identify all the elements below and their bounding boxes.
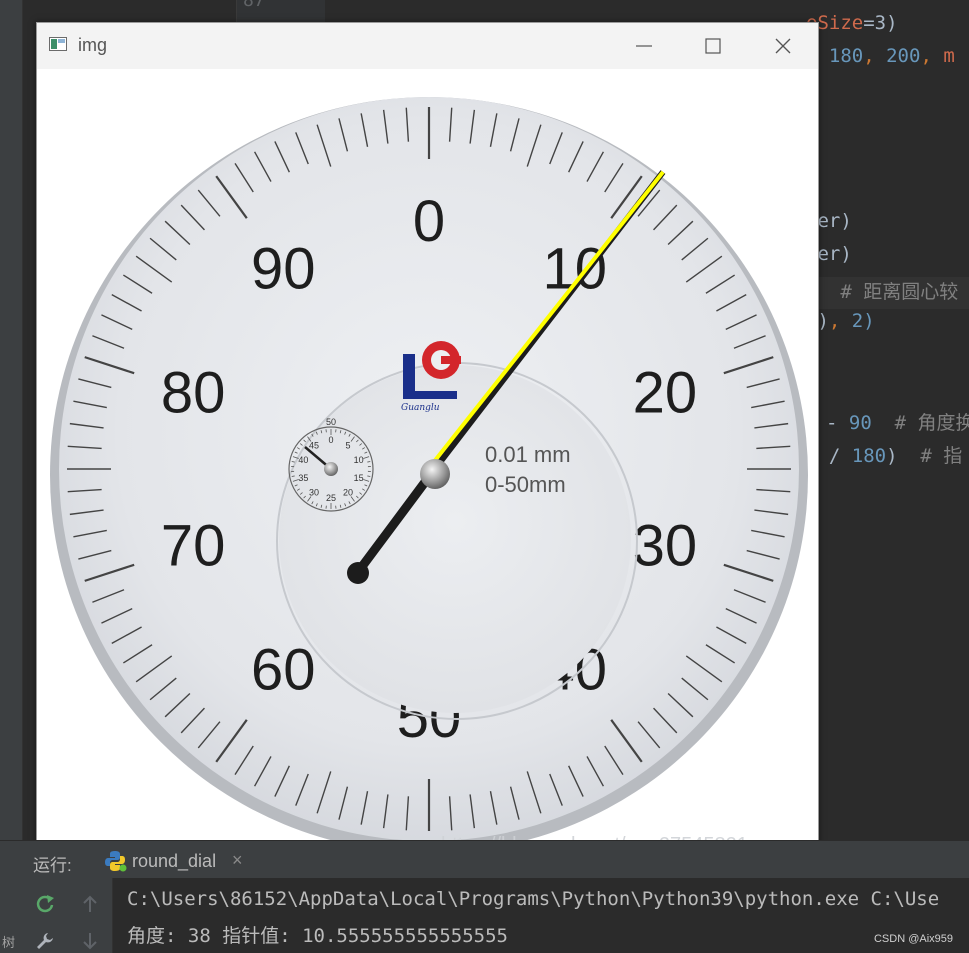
maximize-icon[interactable] bbox=[696, 31, 730, 61]
image-window[interactable]: img 0 10 20 30 40 50 60 70 80 90 Guanglu… bbox=[36, 22, 819, 856]
run-panel-header: 运行: round_dial × bbox=[0, 840, 969, 879]
sub-scale-number: 40 bbox=[298, 455, 308, 465]
spec-resolution: 0.01 mm bbox=[485, 442, 571, 467]
minimize-icon[interactable] bbox=[627, 31, 661, 61]
scroll-tool-column bbox=[68, 878, 113, 953]
spec-range: 0-50mm bbox=[485, 472, 566, 497]
sub-scale-number: 50 bbox=[326, 417, 336, 427]
scale-number: 60 bbox=[251, 638, 316, 703]
needle-hub bbox=[420, 459, 450, 489]
arrow-up-icon[interactable] bbox=[80, 894, 100, 914]
needle-counterweight bbox=[347, 562, 369, 584]
window-titlebar[interactable]: img bbox=[37, 23, 818, 70]
dial-image: 0 10 20 30 40 50 60 70 80 90 Guanglu 0.01 mm 0-50… bbox=[37, 69, 818, 855]
run-tab-close-icon[interactable]: × bbox=[232, 850, 243, 871]
sub-scale-number: 20 bbox=[343, 487, 353, 497]
console-line-command: C:\Users\86152\AppData\Local\Programs\Py… bbox=[127, 888, 940, 910]
sub-scale-tick bbox=[291, 461, 295, 463]
sub-scale-number: 0 bbox=[328, 435, 333, 445]
code-line: - 90 # 角度换 bbox=[826, 412, 969, 434]
sub-scale-tick bbox=[291, 475, 295, 477]
sub-dial-hub bbox=[324, 462, 338, 476]
run-tool-column bbox=[22, 878, 69, 953]
rerun-icon[interactable] bbox=[34, 893, 56, 915]
brand-name: Guanglu bbox=[401, 403, 440, 413]
code-line: ) # 距离圆心较 bbox=[806, 281, 959, 303]
dial-gauge: 0102030405060708090 Guanglu 0.01 mm 0-50… bbox=[50, 97, 808, 855]
sub-scale-number: 10 bbox=[354, 455, 364, 465]
csdn-watermark: CSDN @Aix959 bbox=[873, 933, 953, 945]
arrow-down-icon[interactable] bbox=[80, 931, 100, 951]
scale-number: 20 bbox=[633, 360, 698, 425]
run-label: 运行: bbox=[33, 856, 72, 875]
project-tree-tab[interactable]: 树 bbox=[2, 932, 15, 951]
close-icon[interactable] bbox=[766, 31, 800, 61]
python-icon bbox=[105, 851, 127, 872]
sub-scale-tick bbox=[367, 475, 371, 477]
scale-number: 70 bbox=[161, 514, 226, 579]
console-output[interactable]: C:\Users\86152\AppData\Local\Programs\Py… bbox=[0, 878, 969, 953]
window-app-icon bbox=[49, 37, 67, 51]
code-line: / 180, 200, m bbox=[806, 45, 955, 67]
left-tool-strip bbox=[0, 0, 23, 840]
code-line: eSize=3) bbox=[806, 12, 898, 34]
run-tab-label: round_dial bbox=[132, 851, 217, 871]
sub-scale-number: 25 bbox=[326, 493, 336, 503]
sub-scale-number: 15 bbox=[354, 473, 364, 483]
wrench-icon[interactable] bbox=[34, 930, 56, 952]
code-line: 0 / 180) # 指 bbox=[806, 445, 963, 467]
scale-number: 80 bbox=[161, 360, 226, 425]
window-title: img bbox=[78, 35, 108, 55]
scale-number: 0 bbox=[413, 189, 445, 254]
line-number: 87 bbox=[243, 0, 265, 11]
sub-scale-number: 30 bbox=[309, 487, 319, 497]
scale-number: 30 bbox=[633, 514, 698, 579]
console-line-result: 角度: 38 指针值: 10.555555555555555 bbox=[127, 925, 508, 947]
scale-number: 90 bbox=[251, 236, 316, 301]
sub-scale-number: 5 bbox=[346, 441, 351, 451]
sub-scale-number: 35 bbox=[298, 473, 308, 483]
sub-scale-tick bbox=[367, 461, 371, 463]
sub-scale-number: 45 bbox=[309, 441, 319, 451]
